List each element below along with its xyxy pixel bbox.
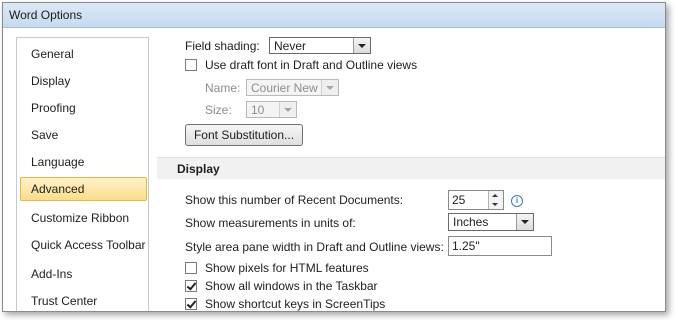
draft-font-checkbox[interactable] [185, 59, 197, 71]
display-section-header: Display [157, 157, 665, 179]
all-windows-label: Show all windows in the Taskbar [205, 279, 378, 293]
title-bar: Word Options [3, 3, 665, 28]
sidebar-item-language[interactable]: Language [20, 150, 147, 174]
style-area-label: Style area pane width in Draft and Outli… [185, 240, 444, 254]
all-windows-checkbox[interactable] [185, 280, 197, 292]
field-shading-label: Field shading: [185, 39, 260, 53]
recent-documents-value: 25 [452, 193, 466, 207]
font-size-label: Size: [205, 103, 232, 117]
word-options-window: Word Options General Display Proofing Sa… [2, 2, 666, 312]
font-name-select: Courier New [246, 79, 339, 96]
sidebar-item-proofing[interactable]: Proofing [20, 96, 147, 120]
shortcut-keys-checkbox[interactable] [185, 298, 197, 310]
font-size-value: 10 [251, 103, 265, 117]
font-size-select: 10 [246, 101, 297, 118]
style-area-value: 1.25" [452, 239, 480, 253]
sidebar-item-quick-access-toolbar[interactable]: Quick Access Toolbar [20, 233, 147, 257]
pixels-html-checkbox[interactable] [185, 262, 197, 274]
info-icon: i [511, 195, 523, 207]
options-sidebar: General Display Proofing Save Language A… [16, 37, 149, 311]
recent-documents-label: Show this number of Recent Documents: [185, 193, 404, 207]
measurements-label: Show measurements in units of: [185, 216, 356, 230]
chevron-down-icon [279, 102, 296, 117]
chevron-down-icon [516, 214, 533, 230]
font-name-label: Name: [205, 81, 241, 95]
sidebar-item-advanced[interactable]: Advanced [20, 177, 147, 201]
measurements-select[interactable]: Inches [448, 213, 534, 231]
recent-documents-spinner[interactable]: 25 [448, 190, 504, 210]
measurements-value: Inches [453, 215, 489, 229]
pixels-html-label: Show pixels for HTML features [205, 261, 369, 275]
font-substitution-button[interactable]: Font Substitution... [185, 124, 303, 146]
window-title: Word Options [9, 8, 83, 22]
field-shading-select[interactable]: Never [269, 37, 371, 54]
font-name-value: Courier New [251, 81, 318, 95]
draft-font-label: Use draft font in Draft and Outline view… [205, 58, 418, 72]
sidebar-item-add-ins[interactable]: Add-Ins [20, 262, 147, 286]
chevron-down-icon [321, 80, 338, 95]
advanced-options-panel: Field shading: Never Use draft font in D… [155, 37, 665, 311]
sidebar-item-customize-ribbon[interactable]: Customize Ribbon [20, 206, 147, 230]
sidebar-item-display[interactable]: Display [20, 69, 147, 93]
style-area-input[interactable]: 1.25" [448, 236, 552, 256]
shortcut-keys-label: Show shortcut keys in ScreenTips [205, 297, 386, 311]
field-shading-value: Never [274, 39, 307, 53]
spinner-arrows-icon[interactable] [488, 191, 503, 209]
sidebar-item-save[interactable]: Save [20, 123, 147, 147]
sidebar-item-general[interactable]: General [20, 42, 147, 66]
chevron-down-icon [353, 38, 370, 53]
sidebar-item-trust-center[interactable]: Trust Center [20, 289, 147, 311]
